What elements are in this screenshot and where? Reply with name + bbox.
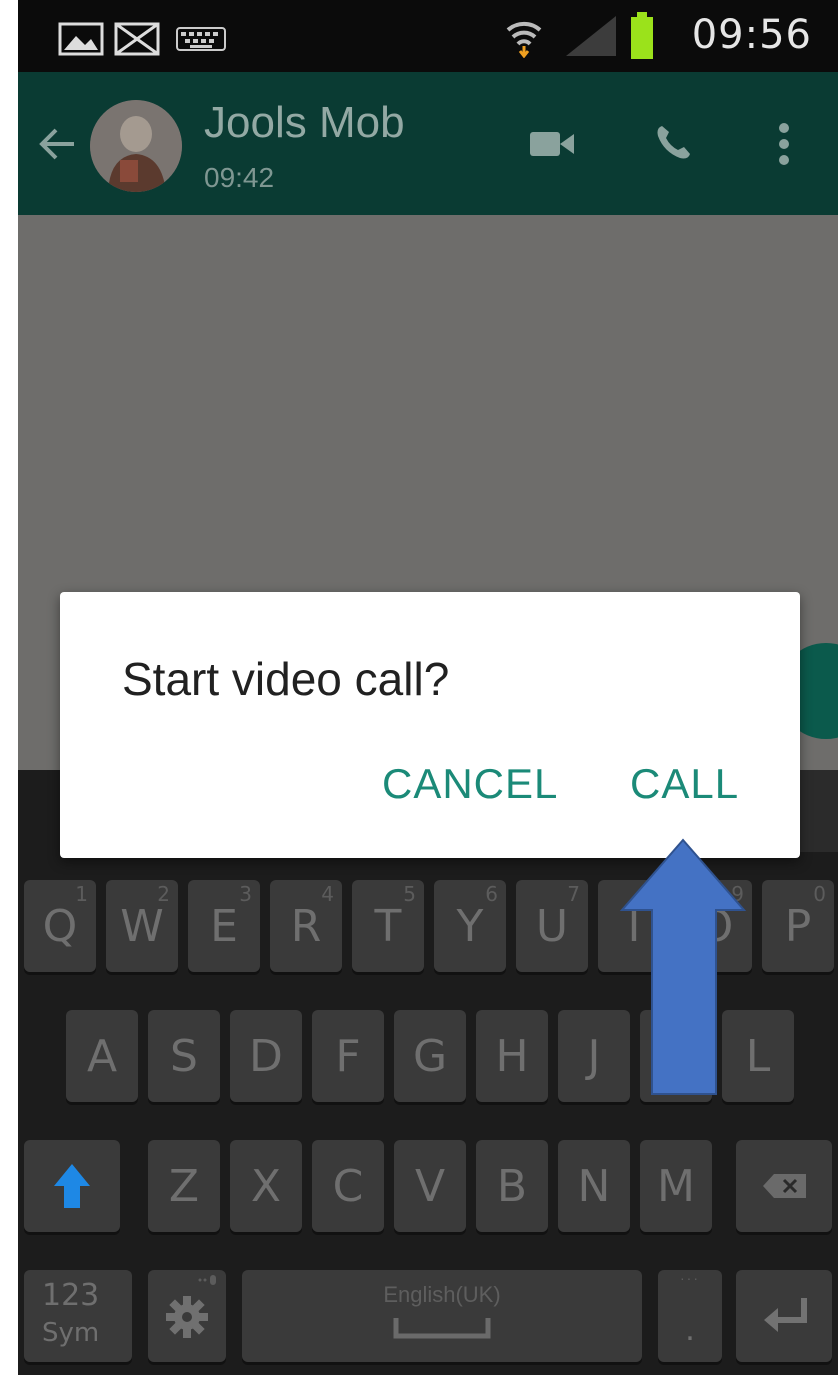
shift-icon <box>54 1164 90 1208</box>
signal-icon <box>566 16 616 56</box>
key-s[interactable]: S <box>148 1010 220 1102</box>
back-arrow-icon[interactable] <box>38 126 78 162</box>
gallery-icon <box>58 22 104 56</box>
key-label: D <box>249 1030 283 1082</box>
symbols-key-bottom: Sym <box>42 1318 100 1348</box>
avatar[interactable] <box>90 100 182 192</box>
key-number-hint: 5 <box>403 882 416 906</box>
contact-name[interactable]: Jools Mob <box>204 98 405 148</box>
key-number-hint: 6 <box>485 882 498 906</box>
key-label: S <box>170 1030 198 1082</box>
mic-hint-icon <box>198 1275 216 1285</box>
keyboard-icon <box>176 27 226 51</box>
key-y[interactable]: Y6 <box>434 880 506 972</box>
key-t[interactable]: T5 <box>352 880 424 972</box>
phone-screen: 09:56 Jools Mob 09:42 123 Sym English(UK… <box>18 0 838 1375</box>
space-icon <box>393 1318 491 1339</box>
key-label: N <box>577 1160 611 1212</box>
key-b[interactable]: B <box>476 1140 548 1232</box>
space-key[interactable]: English(UK) <box>242 1270 642 1362</box>
key-label: H <box>495 1030 529 1082</box>
key-w[interactable]: W2 <box>106 880 178 972</box>
status-time: 09:56 <box>691 12 812 58</box>
key-q[interactable]: Q1 <box>24 880 96 972</box>
key-u[interactable]: U7 <box>516 880 588 972</box>
symbols-key[interactable]: 123 Sym <box>24 1270 132 1362</box>
period-key[interactable]: . ··· <box>658 1270 722 1362</box>
more-options-icon[interactable] <box>778 122 790 166</box>
key-g[interactable]: G <box>394 1010 466 1102</box>
key-m[interactable]: M <box>640 1140 712 1232</box>
key-p[interactable]: P0 <box>762 880 834 972</box>
last-seen: 09:42 <box>204 162 275 193</box>
key-number-hint: 2 <box>157 882 170 906</box>
key-e[interactable]: E3 <box>188 880 260 972</box>
space-key-language: English(UK) <box>383 1282 501 1307</box>
key-number-hint: 4 <box>321 882 334 906</box>
chat-header: Jools Mob 09:42 <box>18 72 838 215</box>
key-a[interactable]: A <box>66 1010 138 1102</box>
video-call-icon[interactable] <box>530 130 576 158</box>
annotation-arrow-icon <box>619 838 747 1095</box>
shift-key[interactable] <box>24 1140 120 1232</box>
key-label: B <box>496 1160 528 1212</box>
backspace-icon <box>763 1174 806 1198</box>
key-label: X <box>250 1160 282 1212</box>
enter-key[interactable] <box>736 1270 832 1362</box>
suggestion-bar-edge <box>798 770 838 852</box>
key-number-hint: 0 <box>813 882 826 906</box>
key-number-hint: 7 <box>567 882 580 906</box>
key-c[interactable]: C <box>312 1140 384 1232</box>
key-h[interactable]: H <box>476 1010 548 1102</box>
wifi-icon <box>506 21 542 58</box>
mail-icon <box>114 22 160 56</box>
key-label: Z <box>168 1160 200 1212</box>
enter-icon <box>764 1298 807 1332</box>
video-call-dialog: Start video call? CANCEL CALL <box>60 592 800 858</box>
dialog-title: Start video call? <box>122 653 450 705</box>
backspace-key[interactable] <box>736 1140 832 1232</box>
period-key-hint: ··· <box>680 1270 700 1286</box>
key-label: V <box>414 1160 446 1212</box>
gear-icon <box>166 1296 208 1338</box>
key-label: F <box>335 1030 361 1082</box>
symbols-key-top: 123 <box>42 1278 100 1313</box>
status-bar: 09:56 <box>18 0 838 72</box>
key-n[interactable]: N <box>558 1140 630 1232</box>
key-label: G <box>412 1030 448 1082</box>
key-label: C <box>332 1160 364 1212</box>
key-number-hint: 1 <box>75 882 88 906</box>
key-v[interactable]: V <box>394 1140 466 1232</box>
period-key-label: . <box>685 1310 695 1348</box>
key-x[interactable]: X <box>230 1140 302 1232</box>
key-d[interactable]: D <box>230 1010 302 1102</box>
settings-key[interactable] <box>148 1270 226 1362</box>
call-button[interactable]: CALL <box>630 760 739 808</box>
key-label: A <box>86 1030 118 1082</box>
key-z[interactable]: Z <box>148 1140 220 1232</box>
key-r[interactable]: R4 <box>270 880 342 972</box>
battery-icon <box>631 12 653 59</box>
voice-call-icon[interactable] <box>654 122 694 162</box>
cancel-button[interactable]: CANCEL <box>382 760 558 808</box>
key-label: M <box>657 1160 695 1212</box>
avatar-photo <box>90 100 182 192</box>
key-f[interactable]: F <box>312 1010 384 1102</box>
key-number-hint: 3 <box>239 882 252 906</box>
